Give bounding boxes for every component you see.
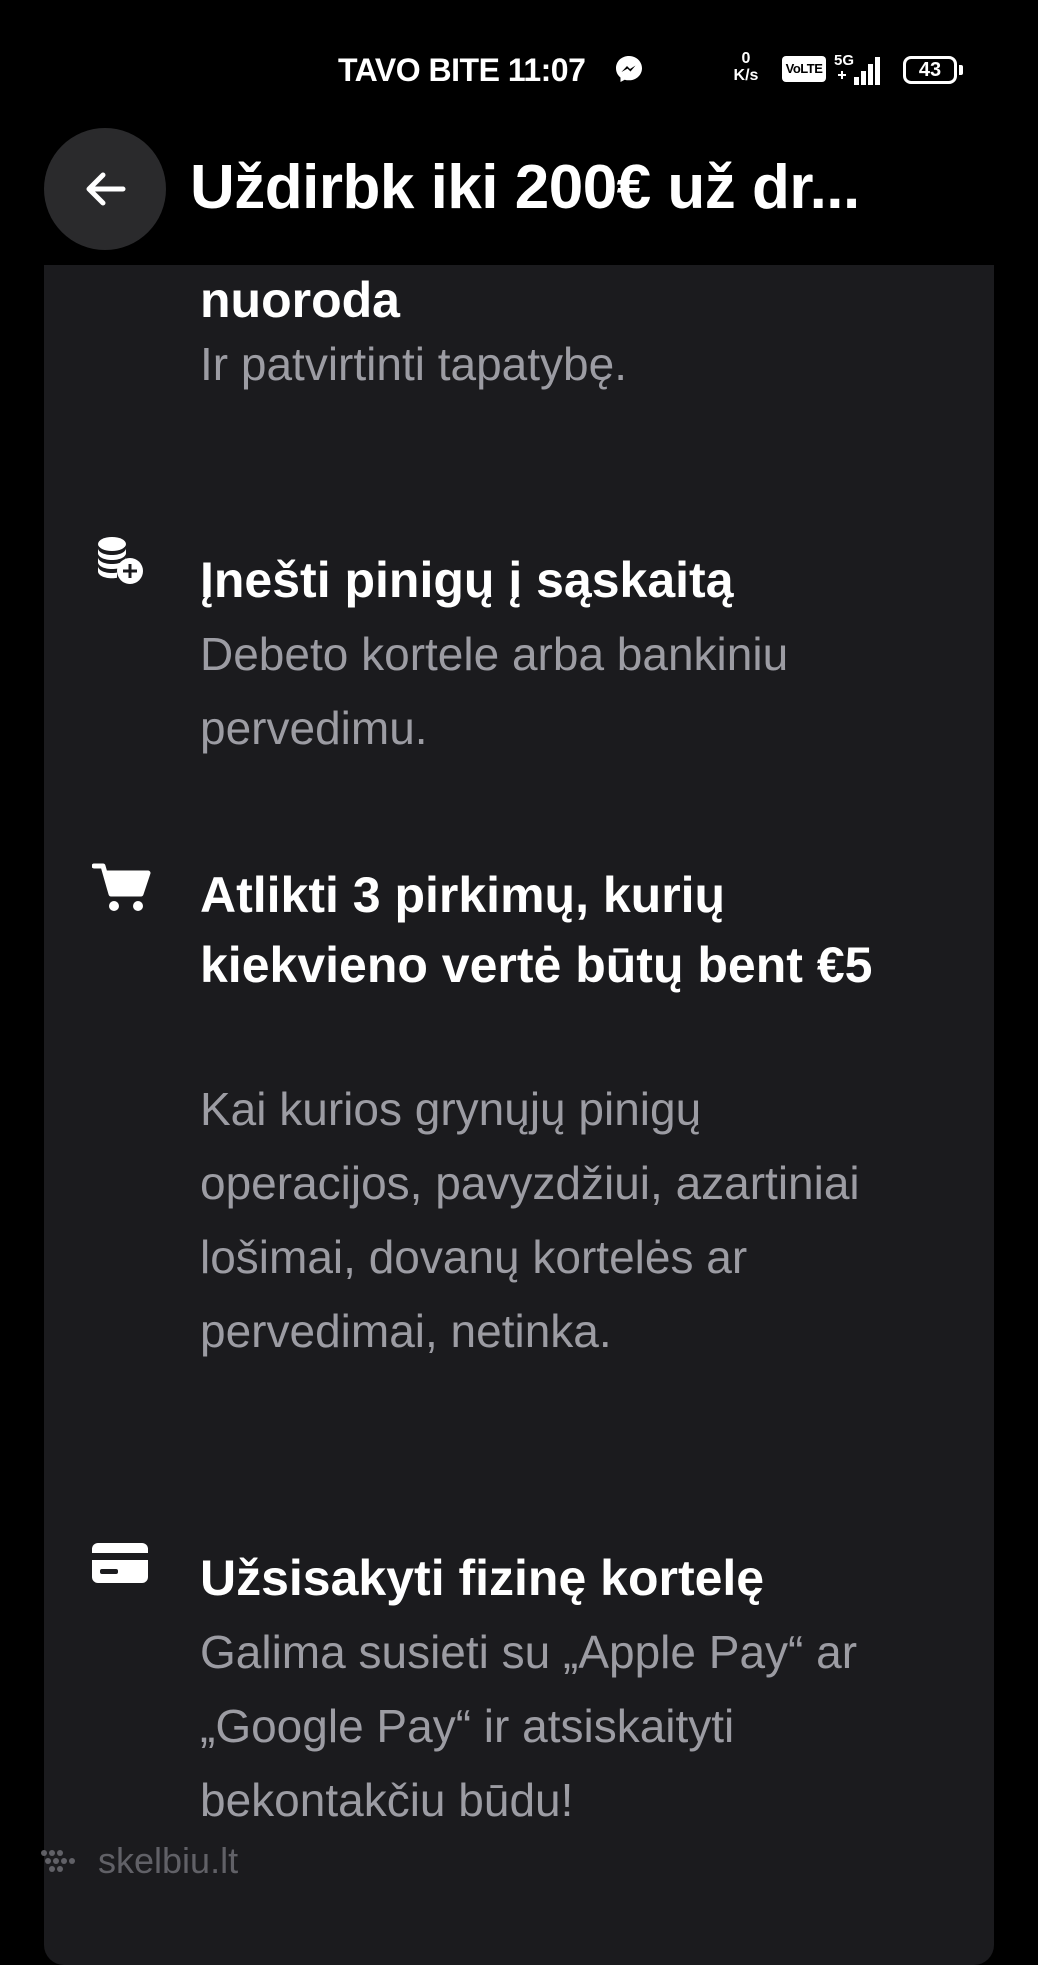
skelbiu-logo-icon [38, 1842, 82, 1884]
step-title: Įnešti pinigų į sąskaitą [200, 552, 734, 608]
step-description: Debeto kortele arba bankiniu pervedimu. [200, 628, 789, 754]
status-bar: TAVO BITE 11:07 0 K/s VoLTE 5G 43 [0, 0, 1038, 130]
watermark-text: skelbiu.lt [98, 1840, 239, 1881]
shopping-cart-icon [91, 860, 152, 921]
network-speed-unit: K/s [733, 67, 759, 84]
back-button[interactable] [44, 128, 166, 250]
battery-icon: 43 [903, 56, 965, 84]
network-speed: 0 K/s [724, 50, 768, 84]
arrow-left-icon [86, 172, 126, 206]
messenger-icon [614, 54, 644, 84]
step-title: Užsiregistruoti su tavo nuoroda [200, 272, 400, 328]
network-speed-value: 0 [741, 50, 751, 67]
steps-card: Užsiregistruoti su tavo nuoroda Ir patvi… [44, 265, 994, 1965]
signal-icon: 5G [834, 52, 886, 88]
watermark: skelbiu.lt [38, 1840, 238, 1884]
volte-icon: VoLTE [782, 56, 826, 82]
step-description: Kai kurios grynųjų pinigų operacijos, pa… [200, 1083, 860, 1357]
battery-level: 43 [918, 59, 942, 81]
coins-plus-icon [92, 535, 148, 596]
page-title: Uždirbk iki 200€ už dr... [190, 153, 860, 222]
step-title: Atlikti 3 pirkimų, kurių kiekvieno vertė… [200, 867, 873, 993]
step-description: Galima susieti su „Apple Pay“ ar „Google… [200, 1626, 858, 1826]
step-title: Užsisakyti fizinę kortelę [200, 1550, 765, 1606]
carrier-time: TAVO BITE 11:07 [338, 52, 586, 88]
step-description: Ir patvirtinti tapatybę. [200, 338, 627, 390]
credit-card-icon [92, 1543, 148, 1590]
